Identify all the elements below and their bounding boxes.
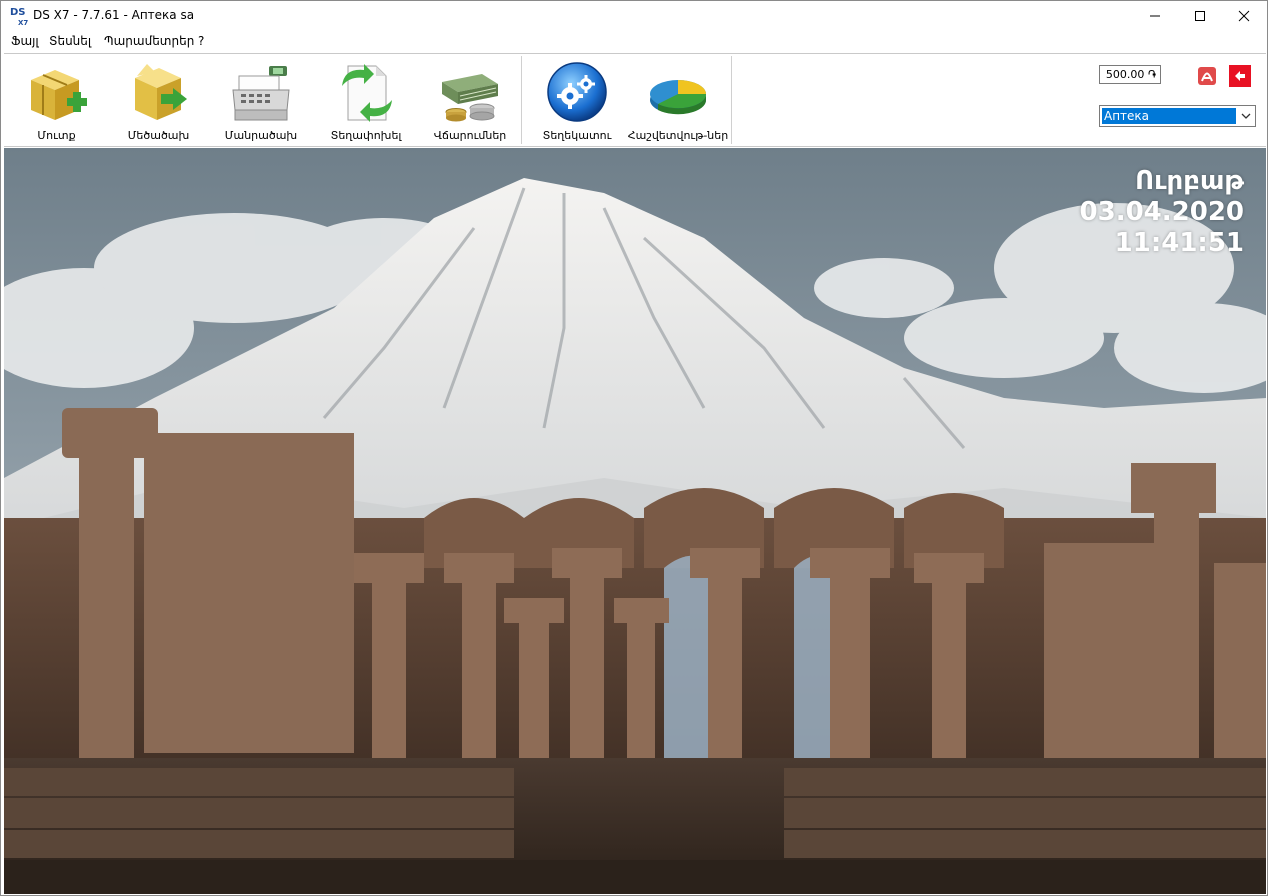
date-text: 03.04.2020 <box>1079 197 1244 227</box>
pdf-icon <box>1198 67 1216 85</box>
menu-bar: Ֆայլ Տեսնել Պարամետրեր ? <box>1 31 1267 51</box>
cash-register-icon <box>232 66 290 121</box>
reference-button[interactable]: Տեղեկատու <box>527 57 627 143</box>
background-image: Ուրբաթ 03.04.2020 11:41:51 <box>4 148 1266 894</box>
mountain-ruins-image <box>4 148 1266 894</box>
weekday-text: Ուրբաթ <box>1135 166 1244 196</box>
toolbar-separator <box>521 56 522 144</box>
window-title: DS X7 - 7.7.61 - Аптека sa <box>33 8 195 22</box>
box-add-icon <box>30 70 87 120</box>
transfer-button[interactable]: Տեղափոխել <box>316 57 416 143</box>
minimize-button[interactable] <box>1132 1 1178 31</box>
gears-icon <box>547 62 607 122</box>
store-select[interactable]: Аптека <box>1099 105 1256 127</box>
toolbar-separator <box>731 56 732 144</box>
toolbar: Մուտք Մեծածախ Մանրածախ Տեղափոխել Վճարում… <box>4 53 1266 147</box>
transfer-label: Տեղափոխել <box>330 129 402 142</box>
retail-button[interactable]: Մանրածախ <box>211 57 311 143</box>
maximize-icon <box>1195 11 1205 21</box>
pie-chart-icon <box>650 80 707 115</box>
reference-label: Տեղեկատու <box>542 129 612 142</box>
receipt-button[interactable]: Մուտք <box>9 57 104 143</box>
menu-view[interactable]: Տեսնել <box>49 34 91 48</box>
clock-display: Ուրբաթ 03.04.2020 11:41:51 <box>1080 166 1244 259</box>
wholesale-button[interactable]: Մեծածախ <box>111 57 206 143</box>
title-bar[interactable]: DS X7 DS X7 - 7.7.61 - Аптека sa <box>1 1 1267 31</box>
chevron-down-icon <box>1241 113 1251 119</box>
store-select-value: Аптека <box>1102 108 1236 124</box>
svg-text:X7: X7 <box>18 19 28 27</box>
time-text: 11:41:51 <box>1114 228 1244 258</box>
amount-field[interactable]: 500.00 ֏ <box>1099 65 1161 84</box>
reports-button[interactable]: Հաշվետվութ-ներ <box>627 57 729 143</box>
svg-text:DS: DS <box>10 7 26 18</box>
menu-help[interactable]: ? <box>198 34 204 48</box>
menu-file[interactable]: Ֆայլ <box>11 34 39 48</box>
payments-label: Վճարումներ <box>433 129 507 142</box>
money-stack-icon <box>442 74 498 122</box>
close-icon <box>1238 10 1250 22</box>
reports-label: Հաշվետվութ-ներ <box>627 129 729 142</box>
maximize-button[interactable] <box>1177 1 1223 31</box>
exit-button[interactable] <box>1229 65 1251 87</box>
payments-button[interactable]: Վճարումներ <box>420 57 520 143</box>
document-transfer-icon <box>342 64 392 122</box>
ds-x7-logo-icon: DS X7 <box>9 5 29 27</box>
receipt-label: Մուտք <box>37 129 76 142</box>
app-window: DS X7 DS X7 - 7.7.61 - Аптека sa Ֆայլ Տե… <box>0 0 1268 896</box>
retail-label: Մանրածախ <box>224 129 298 142</box>
close-button[interactable] <box>1221 1 1267 31</box>
menu-settings[interactable]: Պարամետրեր <box>104 34 194 48</box>
minimize-icon <box>1150 15 1160 17</box>
pdf-button[interactable] <box>1196 65 1218 87</box>
exit-icon <box>1229 65 1251 87</box>
wholesale-label: Մեծածախ <box>127 129 190 142</box>
box-export-icon <box>134 64 187 120</box>
